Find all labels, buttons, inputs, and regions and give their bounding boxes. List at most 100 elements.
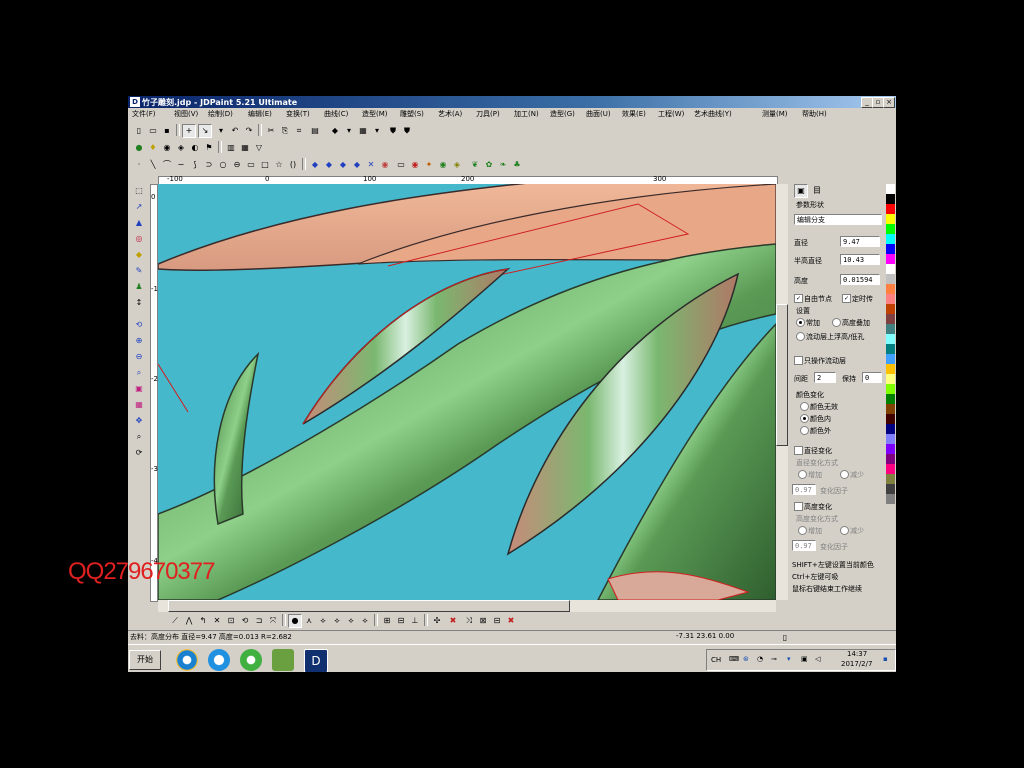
fill-color-icon[interactable]: ◆ <box>328 124 342 138</box>
palette-swatch[interactable] <box>886 214 895 224</box>
sculpt-tool-icon[interactable]: ◆ <box>336 158 350 172</box>
horizontal-scroll-thumb[interactable] <box>168 600 570 612</box>
sculpt-tool-icon[interactable]: ✕ <box>364 158 378 172</box>
diameter-increase-radio[interactable] <box>798 470 807 479</box>
delete-object-icon[interactable]: ✖ <box>504 614 518 628</box>
polyline-icon[interactable]: ⋀ <box>182 614 196 628</box>
volume-icon[interactable]: ◁ <box>815 655 820 663</box>
curve-icon[interactable]: ∼ <box>174 158 188 172</box>
view-icon[interactable]: ◉ <box>160 141 174 155</box>
star-icon[interactable]: ☆ <box>272 158 286 172</box>
sculpt-tool-icon[interactable]: ◉ <box>408 158 422 172</box>
show-desktop-icon[interactable]: ▪ <box>883 655 888 663</box>
dropdown-arrow-icon[interactable]: ▾ <box>342 124 356 138</box>
palette-swatch[interactable] <box>886 394 895 404</box>
ortho-icon[interactable]: ⊟ <box>394 614 408 628</box>
view-all-icon[interactable]: ▦ <box>132 398 146 412</box>
menu-help[interactable]: 帮助(H) <box>802 109 827 119</box>
network-icon[interactable]: ▾ <box>787 655 791 663</box>
ie-icon[interactable] <box>176 649 198 671</box>
palette-swatch[interactable] <box>886 244 895 254</box>
circle-icon[interactable]: ○ <box>216 158 230 172</box>
color-radio-inside[interactable] <box>800 414 809 423</box>
vertical-scroll-thumb[interactable] <box>776 304 788 446</box>
node-edit-icon[interactable]: ✣ <box>430 614 444 628</box>
book-icon[interactable]: ▥ <box>224 141 238 155</box>
palette-swatch[interactable] <box>886 254 895 264</box>
light-icon[interactable]: ● <box>132 141 146 155</box>
shield-icon[interactable]: ⛊ <box>400 124 414 138</box>
diameter-factor-input[interactable] <box>792 484 816 495</box>
menu-project[interactable]: 工程(W) <box>658 109 684 119</box>
menu-tool[interactable]: 刀具(P) <box>476 109 500 119</box>
sculpt-tool-icon[interactable]: ❦ <box>468 158 482 172</box>
palette-swatch[interactable] <box>886 364 895 374</box>
menu-shape[interactable]: 造型(G) <box>550 109 575 119</box>
tray-icon[interactable]: ⊸ <box>771 655 777 663</box>
sculpt-tool-icon[interactable]: ◆ <box>322 158 336 172</box>
shape-select[interactable] <box>794 214 882 225</box>
dropdown-arrow-icon[interactable]: ▾ <box>370 124 384 138</box>
monitor-icon[interactable]: ▣ <box>801 655 808 663</box>
sculpt-tool-icon[interactable]: ♣ <box>510 158 524 172</box>
dropdown-arrow-icon[interactable]: ▾ <box>214 124 228 138</box>
qq-browser-icon[interactable] <box>208 649 230 671</box>
trim-icon[interactable]: ⊡ <box>224 614 238 628</box>
menu-transform[interactable]: 变换(T) <box>286 109 310 119</box>
view-fit-icon[interactable]: ▣ <box>132 382 146 396</box>
mode-radio-flow[interactable] <box>796 332 805 341</box>
arc-icon[interactable]: ⌒ <box>160 158 174 172</box>
grid-icon[interactable]: ▦ <box>238 141 252 155</box>
tray-icon[interactable]: ◔ <box>757 655 763 663</box>
ellipse-icon[interactable]: ⊖ <box>230 158 244 172</box>
palette-swatch[interactable] <box>886 224 895 234</box>
crosshair-icon[interactable]: + <box>182 124 196 138</box>
sculpt-tool-icon[interactable]: ◉ <box>436 158 450 172</box>
zoom-tool-icon[interactable]: ◎ <box>132 232 146 246</box>
auto-checkbox[interactable]: ✓ <box>794 294 803 303</box>
text-icon[interactable]: () <box>286 158 300 172</box>
palette-swatch[interactable] <box>886 324 895 334</box>
menu-art-curve[interactable]: 艺术曲线(Y) <box>694 109 732 119</box>
cut-icon[interactable]: ✂ <box>264 124 278 138</box>
palette-swatch[interactable] <box>886 314 895 324</box>
color-radio-none[interactable] <box>800 402 809 411</box>
menu-view[interactable]: 视图(V) <box>174 109 198 119</box>
palette-swatch[interactable] <box>886 354 895 364</box>
funnel-icon[interactable]: ▽ <box>252 141 266 155</box>
perp-icon[interactable]: ⊥ <box>408 614 422 628</box>
close-button[interactable]: × <box>883 97 895 108</box>
menu-draw[interactable]: 绘制(D) <box>208 109 233 119</box>
palette-swatch[interactable] <box>886 434 895 444</box>
palette-swatch[interactable] <box>886 184 895 194</box>
help-icon[interactable]: ⊛ <box>743 655 749 663</box>
photo-icon[interactable] <box>272 649 294 671</box>
palette-swatch[interactable] <box>886 344 895 354</box>
spacing-input[interactable] <box>814 372 836 383</box>
sculpt-tool-icon[interactable]: ◆ <box>308 158 322 172</box>
diameter-input[interactable] <box>840 236 880 247</box>
render-icon[interactable]: ◈ <box>174 141 188 155</box>
palette-swatch[interactable] <box>886 474 895 484</box>
snap-mid-icon[interactable]: ⋏ <box>302 614 316 628</box>
pen-tool-icon[interactable]: ✎ <box>132 264 146 278</box>
rotate-icon[interactable]: ⟲ <box>238 614 252 628</box>
snap-tangent-icon[interactable]: ⟡ <box>358 614 372 628</box>
zoom-out-icon[interactable]: ⊖ <box>132 350 146 364</box>
palette-swatch[interactable] <box>886 444 895 454</box>
measure-tool-icon[interactable]: ↕ <box>132 296 146 310</box>
shield-icon[interactable]: ⛊ <box>386 124 400 138</box>
palette-swatch[interactable] <box>886 234 895 244</box>
magnify-icon[interactable]: ⌕ <box>132 430 146 444</box>
snap-center-icon[interactable]: ⟡ <box>344 614 358 628</box>
line-icon[interactable]: ╲ <box>146 158 160 172</box>
open-file-icon[interactable]: ▭ <box>146 124 160 138</box>
line-draw-icon[interactable]: ⟋ <box>168 614 182 628</box>
menu-model[interactable]: 造型(M) <box>362 109 388 119</box>
rectangle-icon[interactable]: □ <box>258 158 272 172</box>
flag-icon[interactable]: ⚑ <box>202 141 216 155</box>
select-icon[interactable]: ↘ <box>198 124 212 138</box>
wrap-icon[interactable]: ⤨ <box>462 614 476 628</box>
palette-swatch[interactable] <box>886 374 895 384</box>
height-input[interactable] <box>840 274 880 285</box>
